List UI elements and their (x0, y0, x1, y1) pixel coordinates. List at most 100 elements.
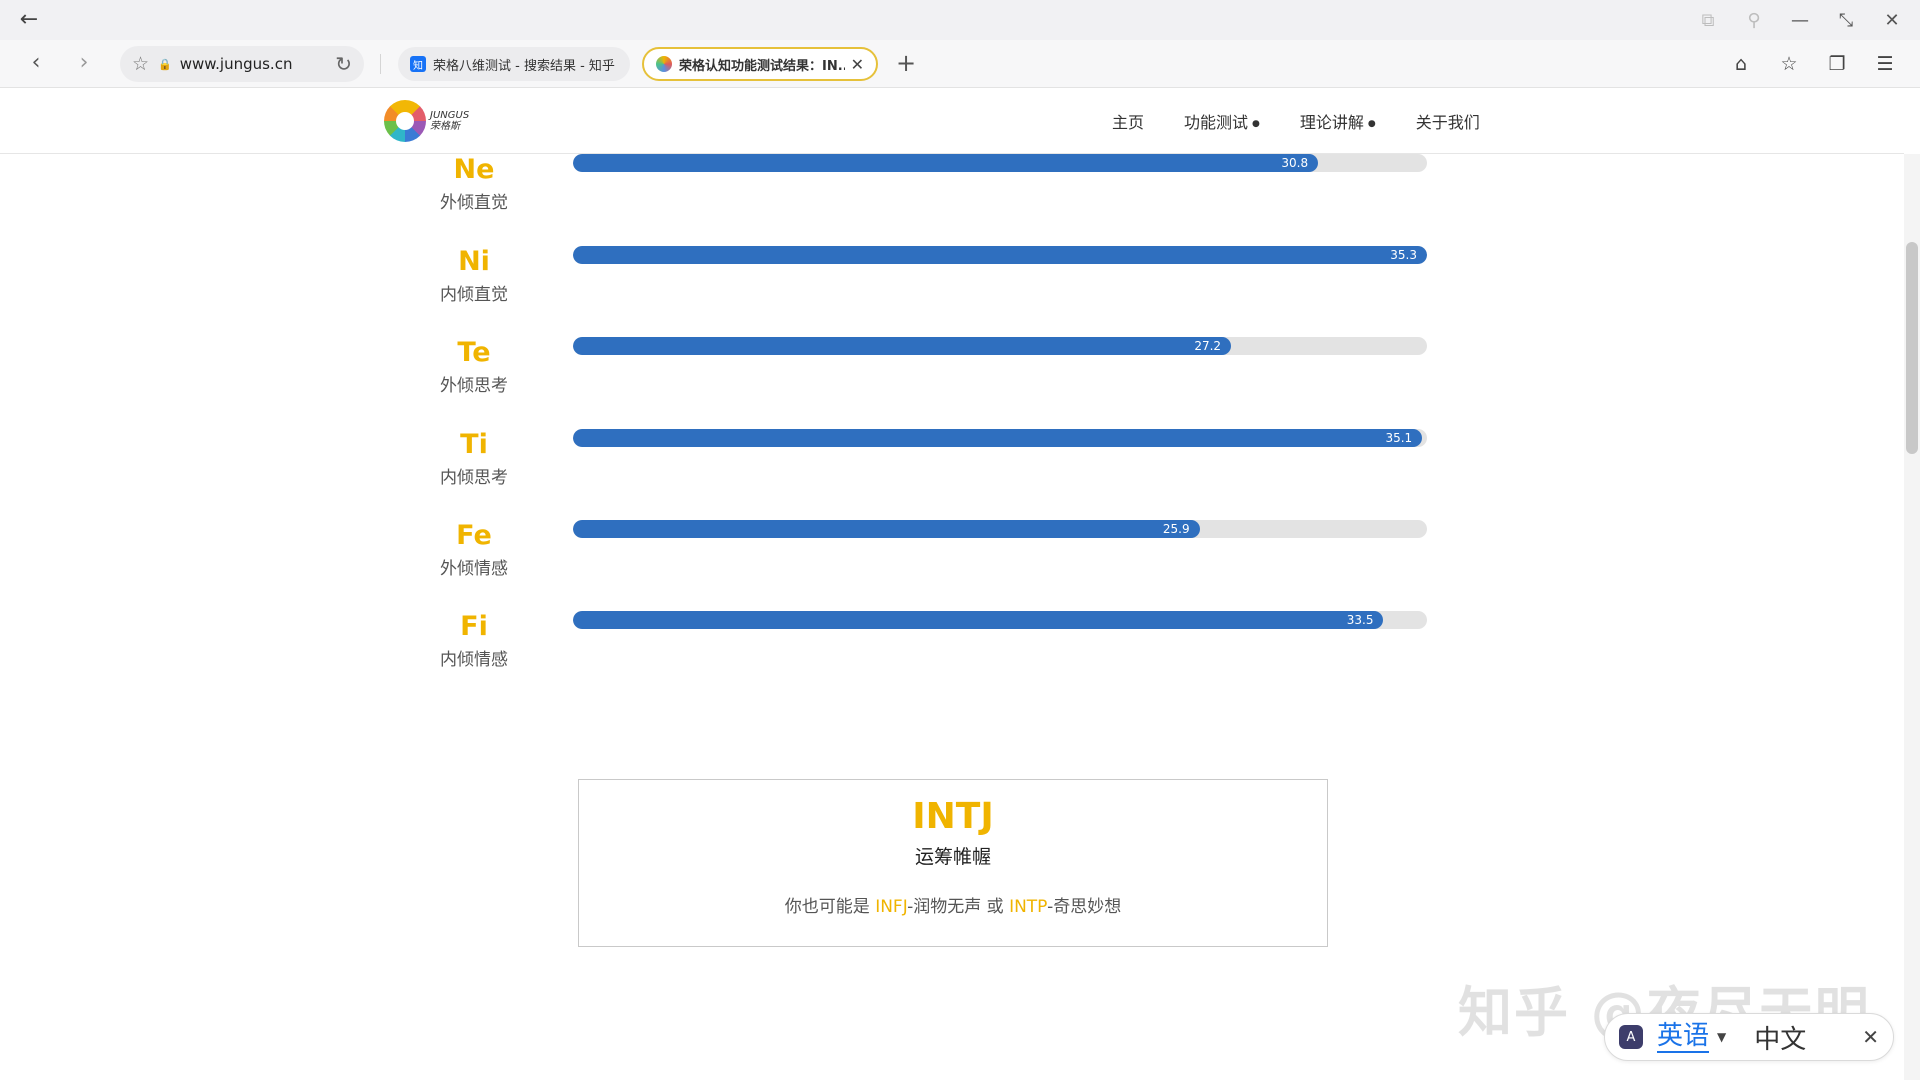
score-row: Fi 内倾情感 33.5 (0, 611, 1904, 703)
minimize-icon[interactable]: — (1786, 6, 1814, 34)
toolbar-divider (380, 54, 381, 74)
result-type: INTJ (912, 796, 994, 837)
score-bar-fill: 33.5 (573, 611, 1384, 629)
browser-toolbar: ‹ › ☆ 🔒 www.jungus.cn ↻ 知 荣格八维测试 - 搜索结果 … (0, 40, 1920, 88)
logo-text-en: JUNGUS (430, 110, 470, 121)
new-tab-button[interactable]: + (892, 50, 920, 78)
menu-item-home[interactable]: 主页 (1112, 109, 1144, 133)
function-name: 外倾情感 (440, 559, 508, 579)
function-code: Ni (458, 246, 490, 277)
menu-label: 主页 (1112, 113, 1145, 132)
score-bar-fill: 35.1 (573, 429, 1423, 447)
score-bar-track: 30.8 (573, 154, 1427, 172)
pin-icon[interactable]: ⚲ (1740, 6, 1768, 34)
score-row: Te 外倾思考 27.2 (0, 337, 1904, 429)
dropdown-icon: ● (1367, 118, 1376, 129)
translate-bar: A 英语 ▼ 中文 ✕ (1604, 1013, 1894, 1061)
score-bar-track: 27.2 (573, 337, 1427, 355)
jungus-favicon-icon (656, 56, 672, 72)
logo-text-cn: 荣格斯 (430, 121, 460, 132)
chevron-down-icon[interactable]: ▼ (1717, 1030, 1726, 1044)
bookmark-star-icon[interactable]: ☆ (132, 53, 154, 75)
target-language[interactable]: 中文 (1754, 1019, 1806, 1056)
favorites-icon[interactable]: ☆ (1776, 50, 1802, 78)
score-value: 25.9 (1162, 522, 1190, 536)
function-name: 内倾思考 (440, 468, 508, 488)
menu-item-about[interactable]: 关于我们 (1416, 109, 1480, 133)
score-value: 27.2 (1194, 339, 1222, 353)
score-bar-track: 35.1 (573, 429, 1427, 447)
menu-item-function-test[interactable]: 功能测试 ● (1184, 109, 1260, 133)
score-bar-fill: 30.8 (573, 154, 1319, 172)
dropdown-icon: ● (1252, 118, 1260, 129)
tab-title: 荣格八维测试 - 搜索结果 - 知乎 (433, 58, 615, 74)
function-code: Fi (460, 611, 488, 642)
score-value: 35.1 (1385, 431, 1413, 445)
function-name: 内倾情感 (440, 650, 508, 670)
menu-label: 功能测试 (1184, 113, 1249, 132)
lock-icon: 🔒 (158, 57, 172, 71)
score-row: Ne 外倾直觉 30.8 (0, 154, 1904, 246)
alt-type-link[interactable]: INFJ (875, 897, 907, 917)
score-bar-fill: 35.3 (573, 246, 1427, 264)
forward-button[interactable]: › (70, 50, 98, 78)
split-window-icon[interactable]: ⧉ (1694, 6, 1722, 34)
result-name: 运筹帷幄 (914, 846, 991, 868)
score-value: 35.3 (1390, 248, 1417, 262)
site-header: JUNGUS 荣格斯 主页 功能测试 ● 理论讲解 ● 关于我们 (0, 88, 1904, 154)
score-row: Ni 内倾直觉 35.3 (0, 246, 1904, 338)
close-tab-icon[interactable]: ✕ (851, 55, 864, 74)
browser-titlebar: ← ⧉ ⚲ — ⤡ ✕ (0, 0, 1920, 40)
menu-label: 理论讲解 (1299, 113, 1364, 132)
score-value: 33.5 (1346, 613, 1374, 627)
close-window-icon[interactable]: ✕ (1878, 6, 1906, 34)
alt-type-name: -奇思妙想 (1047, 897, 1122, 917)
menu-item-theory[interactable]: 理论讲解 ● (1300, 109, 1376, 133)
back-button[interactable]: ‹ (22, 50, 50, 78)
function-code: Ne (453, 154, 495, 185)
score-bar-track: 35.3 (573, 246, 1427, 264)
home-icon[interactable]: ⌂ (1728, 50, 1754, 78)
alt-type-name: -润物无声 (907, 897, 982, 917)
reload-icon[interactable]: ↻ (335, 52, 352, 76)
zhihu-favicon-icon: 知 (410, 56, 426, 72)
address-bar[interactable]: ☆ 🔒 www.jungus.cn ↻ (120, 46, 364, 82)
site-menu: 主页 功能测试 ● 理论讲解 ● 关于我们 (1112, 88, 1480, 154)
score-bar-fill: 25.9 (573, 520, 1200, 538)
close-icon[interactable]: ✕ (1862, 1025, 1879, 1049)
logo-text: JUNGUS 荣格斯 (430, 110, 469, 132)
score-bar-fill: 27.2 (573, 337, 1232, 355)
back-arrow-icon[interactable]: ← (16, 8, 42, 32)
score-bar-track: 33.5 (573, 611, 1427, 629)
jungus-logo-icon (384, 100, 426, 142)
tab-zhihu-search[interactable]: 知 荣格八维测试 - 搜索结果 - 知乎 (398, 47, 630, 81)
tab-title: 荣格认知功能测试结果：IN... (679, 58, 845, 74)
toolbar-right: ⌂ ☆ ❐ ☰ (1728, 50, 1898, 78)
alt-prefix: 你也可能是 (784, 897, 876, 917)
function-code: Ti (460, 429, 488, 460)
tab-overview-icon[interactable]: ❐ (1824, 50, 1850, 78)
menu-label: 关于我们 (1415, 113, 1480, 132)
url-text[interactable]: www.jungus.cn (180, 55, 336, 73)
menu-icon[interactable]: ☰ (1872, 50, 1898, 78)
page-scrollbar[interactable] (1904, 154, 1920, 1080)
translate-icon[interactable]: A (1619, 1025, 1643, 1049)
site-logo[interactable]: JUNGUS 荣格斯 (384, 100, 469, 142)
score-row: Fe 外倾情感 25.9 (0, 520, 1904, 612)
function-code: Te (457, 337, 491, 368)
function-code: Fe (456, 520, 492, 551)
score-value: 30.8 (1281, 156, 1309, 170)
scrollbar-thumb[interactable] (1906, 242, 1918, 454)
tab-jungus-result[interactable]: 荣格认知功能测试结果：IN... ✕ (642, 47, 878, 81)
source-language[interactable]: 英语 (1657, 1021, 1710, 1053)
function-name: 内倾直觉 (440, 285, 508, 305)
function-name: 外倾直觉 (440, 193, 508, 213)
result-card: INTJ 运筹帷幄 你也可能是 INFJ-润物无声 或 INTP-奇思妙想 (578, 779, 1328, 947)
window-controls: ⧉ ⚲ — ⤡ ✕ (1694, 6, 1906, 34)
function-name: 外倾思考 (440, 376, 508, 396)
result-alternatives: 你也可能是 INFJ-润物无声 或 INTP-奇思妙想 (579, 892, 1327, 917)
restore-icon[interactable]: ⤡ (1832, 6, 1860, 34)
score-row: Ti 内倾思考 35.1 (0, 429, 1904, 521)
alt-type-link[interactable]: INTP (1009, 897, 1047, 917)
alt-separator: 或 (981, 897, 1010, 917)
